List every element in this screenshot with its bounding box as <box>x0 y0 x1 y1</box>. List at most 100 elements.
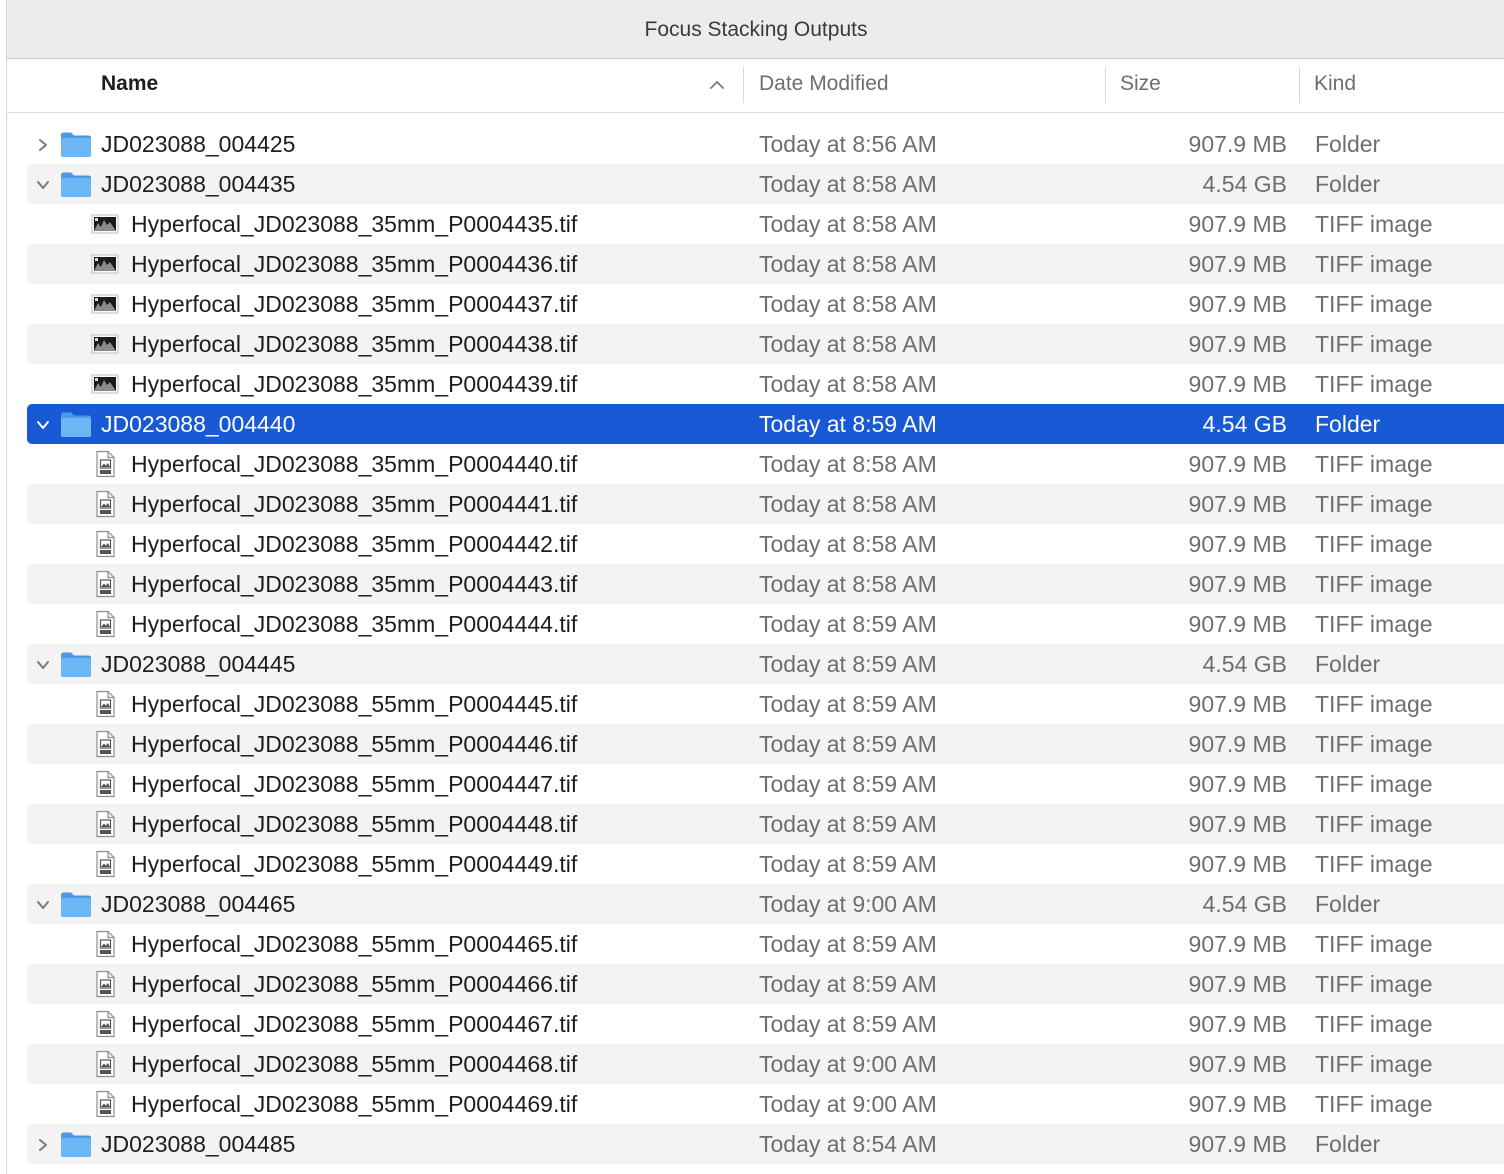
sort-ascending-icon[interactable] <box>709 77 725 93</box>
column-header-size[interactable]: Size <box>1120 59 1161 112</box>
window-title: Focus Stacking Outputs <box>7 0 1504 59</box>
chevron-right-icon[interactable] <box>35 137 51 153</box>
tiff-document-icon <box>96 850 115 878</box>
file-size: 907.9 MB <box>1188 851 1287 877</box>
file-row[interactable]: Hyperfocal_JD023088_55mm_P0004466.tif Tod… <box>27 964 1504 1004</box>
date-modified: Today at 8:58 AM <box>759 251 937 277</box>
image-thumbnail-icon <box>91 374 119 394</box>
date-modified: Today at 8:58 AM <box>759 371 937 397</box>
file-size: 907.9 MB <box>1188 1011 1287 1037</box>
folder-row[interactable]: JD023088_004485 Today at 8:54 AM 907.9 MB F… <box>27 1124 1504 1164</box>
date-modified: Today at 9:00 AM <box>759 1051 937 1077</box>
file-kind: TIFF image <box>1315 1091 1433 1117</box>
file-name: Hyperfocal_JD023088_35mm_P0004442.tif <box>131 531 578 557</box>
tiff-document-icon <box>96 810 115 838</box>
tiff-document-icon <box>96 530 115 558</box>
chevron-down-icon[interactable] <box>35 177 51 193</box>
file-name: Hyperfocal_JD023088_55mm_P0004466.tif <box>131 971 578 997</box>
file-size: 907.9 MB <box>1188 1091 1287 1117</box>
file-kind: TIFF image <box>1315 531 1433 557</box>
file-size: 907.9 MB <box>1188 931 1287 957</box>
file-row[interactable]: Hyperfocal_JD023088_55mm_P0004469.tif Tod… <box>27 1084 1504 1124</box>
chevron-right-icon[interactable] <box>35 1137 51 1153</box>
file-row[interactable]: Hyperfocal_JD023088_35mm_P0004439.tif Tod… <box>27 364 1504 404</box>
column-separator[interactable] <box>743 67 744 103</box>
file-kind: TIFF image <box>1315 811 1433 837</box>
file-row[interactable]: Hyperfocal_JD023088_55mm_P0004468.tif Tod… <box>27 1044 1504 1084</box>
file-name: Hyperfocal_JD023088_35mm_P0004436.tif <box>131 251 578 277</box>
file-kind: Folder <box>1315 131 1381 157</box>
file-row[interactable]: Hyperfocal_JD023088_35mm_P0004435.tif Tod… <box>27 204 1504 244</box>
file-name: Hyperfocal_JD023088_35mm_P0004443.tif <box>131 571 578 597</box>
file-row[interactable]: Hyperfocal_JD023088_35mm_P0004442.tif Tod… <box>27 524 1504 564</box>
file-name: Hyperfocal_JD023088_35mm_P0004441.tif <box>131 491 578 517</box>
file-row[interactable]: Hyperfocal_JD023088_35mm_P0004436.tif Tod… <box>27 244 1504 284</box>
chevron-down-icon[interactable] <box>35 897 51 913</box>
file-row[interactable]: Hyperfocal_JD023088_35mm_P0004438.tif Tod… <box>27 324 1504 364</box>
column-header-kind[interactable]: Kind <box>1314 59 1356 112</box>
file-kind: TIFF image <box>1315 371 1433 397</box>
folder-row[interactable]: JD023088_004465 Today at 9:00 AM 4.54 GB Fo… <box>27 884 1504 924</box>
date-modified: Today at 9:00 AM <box>759 891 937 917</box>
file-row[interactable]: Hyperfocal_JD023088_55mm_P0004447.tif Tod… <box>27 764 1504 804</box>
file-name: JD023088_004440 <box>101 411 296 437</box>
column-header-date-modified[interactable]: Date Modified <box>759 59 889 112</box>
tiff-document-icon <box>96 570 115 598</box>
date-modified: Today at 8:58 AM <box>759 331 937 357</box>
file-kind: TIFF image <box>1315 1011 1433 1037</box>
file-name: Hyperfocal_JD023088_55mm_P0004465.tif <box>131 931 578 957</box>
file-kind: Folder <box>1315 651 1381 677</box>
chevron-down-icon[interactable] <box>35 417 51 433</box>
file-kind: TIFF image <box>1315 731 1433 757</box>
tiff-document-icon <box>96 970 115 998</box>
column-separator[interactable] <box>1299 67 1300 103</box>
date-modified: Today at 8:59 AM <box>759 411 937 437</box>
file-row[interactable]: Hyperfocal_JD023088_55mm_P0004446.tif Tod… <box>27 724 1504 764</box>
image-thumbnail-icon <box>91 334 119 354</box>
file-row[interactable]: Hyperfocal_JD023088_35mm_P0004440.tif Tod… <box>27 444 1504 484</box>
tiff-document-icon <box>96 1050 115 1078</box>
file-size: 907.9 MB <box>1188 531 1287 557</box>
date-modified: Today at 8:58 AM <box>759 291 937 317</box>
file-row[interactable]: Hyperfocal_JD023088_55mm_P0004449.tif Tod… <box>27 844 1504 884</box>
date-modified: Today at 8:54 AM <box>759 1131 937 1157</box>
file-row[interactable]: Hyperfocal_JD023088_55mm_P0004448.tif Tod… <box>27 804 1504 844</box>
file-kind: TIFF image <box>1315 571 1433 597</box>
folder-row[interactable]: JD023088_004435 Today at 8:58 AM 4.54 GB Fo… <box>27 164 1504 204</box>
file-kind: TIFF image <box>1315 451 1433 477</box>
file-row[interactable]: Hyperfocal_JD023088_55mm_P0004465.tif Tod… <box>27 924 1504 964</box>
file-size: 907.9 MB <box>1188 971 1287 997</box>
column-header-name[interactable]: Name <box>101 59 721 112</box>
file-kind: TIFF image <box>1315 771 1433 797</box>
date-modified: Today at 8:58 AM <box>759 531 937 557</box>
tiff-document-icon <box>96 730 115 758</box>
file-kind: TIFF image <box>1315 931 1433 957</box>
file-size: 907.9 MB <box>1188 371 1287 397</box>
tiff-document-icon <box>96 450 115 478</box>
folder-icon <box>61 412 91 437</box>
file-row[interactable]: Hyperfocal_JD023088_55mm_P0004467.tif Tod… <box>27 1004 1504 1044</box>
file-name: JD023088_004465 <box>101 891 296 917</box>
file-row[interactable]: Hyperfocal_JD023088_35mm_P0004444.tif Tod… <box>27 604 1504 644</box>
file-row[interactable]: Hyperfocal_JD023088_55mm_P0004445.tif Tod… <box>27 684 1504 724</box>
file-name: Hyperfocal_JD023088_35mm_P0004437.tif <box>131 291 578 317</box>
folder-row[interactable]: JD023088_004425 Today at 8:56 AM 907.9 MB F… <box>27 124 1504 164</box>
file-size: 4.54 GB <box>1202 651 1287 677</box>
tiff-document-icon <box>96 770 115 798</box>
file-kind: Folder <box>1315 1131 1381 1157</box>
file-row[interactable]: Hyperfocal_JD023088_35mm_P0004443.tif Tod… <box>27 564 1504 604</box>
date-modified: Today at 8:58 AM <box>759 171 937 197</box>
file-size: 907.9 MB <box>1188 491 1287 517</box>
tiff-document-icon <box>96 690 115 718</box>
column-separator[interactable] <box>1105 67 1106 103</box>
folder-row[interactable]: JD023088_004440 Today at 8:59 AM 4.54 GB Fo… <box>27 404 1504 444</box>
file-row[interactable]: Hyperfocal_JD023088_35mm_P0004437.tif Tod… <box>27 284 1504 324</box>
tiff-document-icon <box>96 1010 115 1038</box>
file-row[interactable]: Hyperfocal_JD023088_35mm_P0004441.tif Tod… <box>27 484 1504 524</box>
folder-row[interactable]: JD023088_004445 Today at 8:59 AM 4.54 GB Fo… <box>27 644 1504 684</box>
file-size: 907.9 MB <box>1188 571 1287 597</box>
date-modified: Today at 8:59 AM <box>759 651 937 677</box>
chevron-down-icon[interactable] <box>35 657 51 673</box>
date-modified: Today at 8:58 AM <box>759 211 937 237</box>
date-modified: Today at 8:58 AM <box>759 491 937 517</box>
